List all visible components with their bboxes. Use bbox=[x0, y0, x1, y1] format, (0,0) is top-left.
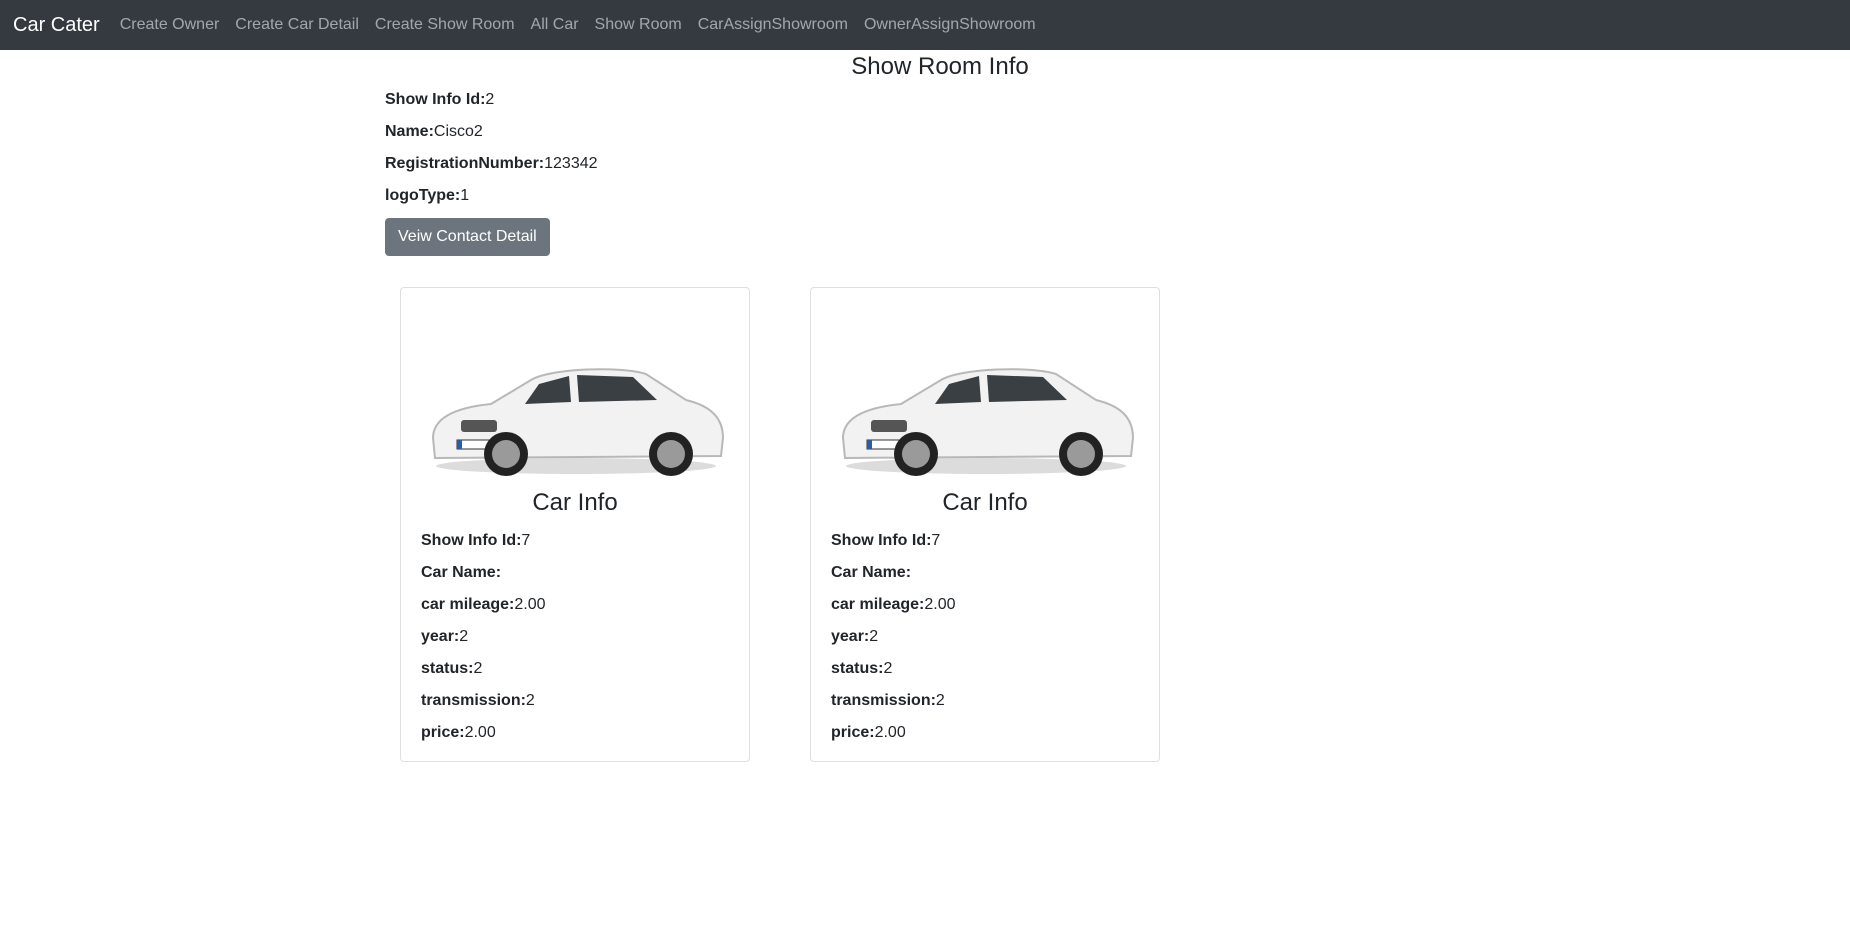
car-name-field: Car Name: bbox=[421, 561, 729, 585]
page-title: Show Room Info bbox=[851, 53, 1029, 80]
nav-create-car-detail[interactable]: Create Car Detail bbox=[227, 0, 367, 50]
field-value: 2.00 bbox=[924, 596, 956, 613]
field-label: price: bbox=[421, 724, 465, 741]
field-label: car mileage: bbox=[831, 596, 925, 613]
field-value: 1 bbox=[460, 187, 470, 204]
car-name-field: Car Name: bbox=[831, 561, 1139, 585]
field-label: price: bbox=[831, 724, 875, 741]
main-content: Show Room Info Show Info Id:2 Name:Cisco… bbox=[370, 50, 1480, 762]
field-value: 2 bbox=[525, 692, 535, 709]
field-label: transmission: bbox=[831, 692, 936, 709]
field-label: Car Name: bbox=[421, 564, 502, 581]
field-value: 2 bbox=[485, 91, 495, 108]
field-value: 2.00 bbox=[464, 724, 496, 741]
nav-all-car[interactable]: All Car bbox=[523, 0, 587, 50]
car-year-field: year:2 bbox=[831, 625, 1139, 649]
field-value: 123342 bbox=[544, 155, 598, 172]
showroom-registration-field: RegistrationNumber:123342 bbox=[385, 152, 1465, 176]
car-card: Car Info Show Info Id:7 Car Name: car mi… bbox=[400, 287, 750, 762]
field-value: 2 bbox=[459, 628, 469, 645]
field-label: logoType: bbox=[385, 187, 461, 204]
field-label: transmission: bbox=[421, 692, 526, 709]
field-value: 7 bbox=[521, 532, 531, 549]
nav-car-assign-showroom[interactable]: CarAssignShowroom bbox=[690, 0, 856, 50]
field-label: Name: bbox=[385, 123, 434, 140]
car-transmission-field: transmission:2 bbox=[831, 689, 1139, 713]
car-transmission-field: transmission:2 bbox=[421, 689, 729, 713]
field-value: 2 bbox=[869, 628, 879, 645]
showroom-logotype-field: logoType:1 bbox=[385, 184, 1465, 208]
nav-create-show-room[interactable]: Create Show Room bbox=[367, 0, 523, 50]
top-navbar: Car Cater Create Owner Create Car Detail… bbox=[0, 0, 1850, 50]
showroom-name-field: Name:Cisco2 bbox=[385, 120, 1465, 144]
nav-owner-assign-showroom[interactable]: OwnerAssignShowroom bbox=[856, 0, 1044, 50]
car-mileage-field: car mileage:2.00 bbox=[421, 593, 729, 617]
field-label: Show Info Id: bbox=[831, 532, 932, 549]
car-image bbox=[841, 368, 1135, 476]
nav-show-room[interactable]: Show Room bbox=[587, 0, 690, 50]
field-label: year: bbox=[831, 628, 870, 645]
field-label: Car Name: bbox=[831, 564, 912, 581]
showroom-info: Show Info Id:2 Name:Cisco2 RegistrationN… bbox=[385, 81, 1465, 256]
field-value: 2.00 bbox=[514, 596, 546, 613]
field-label: status: bbox=[831, 660, 884, 677]
nav-links: Create Owner Create Car Detail Create Sh… bbox=[112, 0, 1044, 50]
car-status-field: status:2 bbox=[831, 657, 1139, 681]
field-label: Show Info Id: bbox=[385, 91, 486, 108]
car-price-field: price:2.00 bbox=[421, 721, 729, 745]
nav-create-owner[interactable]: Create Owner bbox=[112, 0, 228, 50]
field-label: status: bbox=[421, 660, 474, 677]
car-mileage-field: car mileage:2.00 bbox=[831, 593, 1139, 617]
field-value: 2.00 bbox=[874, 724, 906, 741]
car-price-field: price:2.00 bbox=[831, 721, 1139, 745]
car-image bbox=[431, 368, 725, 476]
car-show-info-id-field: Show Info Id:7 bbox=[421, 529, 729, 553]
field-label: Show Info Id: bbox=[421, 532, 522, 549]
car-show-info-id-field: Show Info Id:7 bbox=[831, 529, 1139, 553]
field-value: 7 bbox=[931, 532, 941, 549]
car-year-field: year:2 bbox=[421, 625, 729, 649]
field-label: RegistrationNumber: bbox=[385, 155, 545, 172]
field-label: car mileage: bbox=[421, 596, 515, 613]
field-value: 2 bbox=[473, 660, 483, 677]
field-value: 2 bbox=[883, 660, 893, 677]
brand-link[interactable]: Car Cater bbox=[13, 14, 100, 37]
field-label: year: bbox=[421, 628, 460, 645]
car-status-field: status:2 bbox=[421, 657, 729, 681]
car-cards: Car Info Show Info Id:7 Car Name: car mi… bbox=[385, 287, 1465, 762]
field-value: 2 bbox=[935, 692, 945, 709]
field-value: Cisco2 bbox=[433, 123, 483, 140]
view-contact-detail-button[interactable]: Veiw Contact Detail bbox=[385, 218, 550, 256]
showroom-id-field: Show Info Id:2 bbox=[385, 88, 1465, 112]
car-card: Car Info Show Info Id:7 Car Name: car mi… bbox=[810, 287, 1160, 762]
card-title: Car Info bbox=[942, 489, 1028, 516]
card-title: Car Info bbox=[532, 489, 618, 516]
